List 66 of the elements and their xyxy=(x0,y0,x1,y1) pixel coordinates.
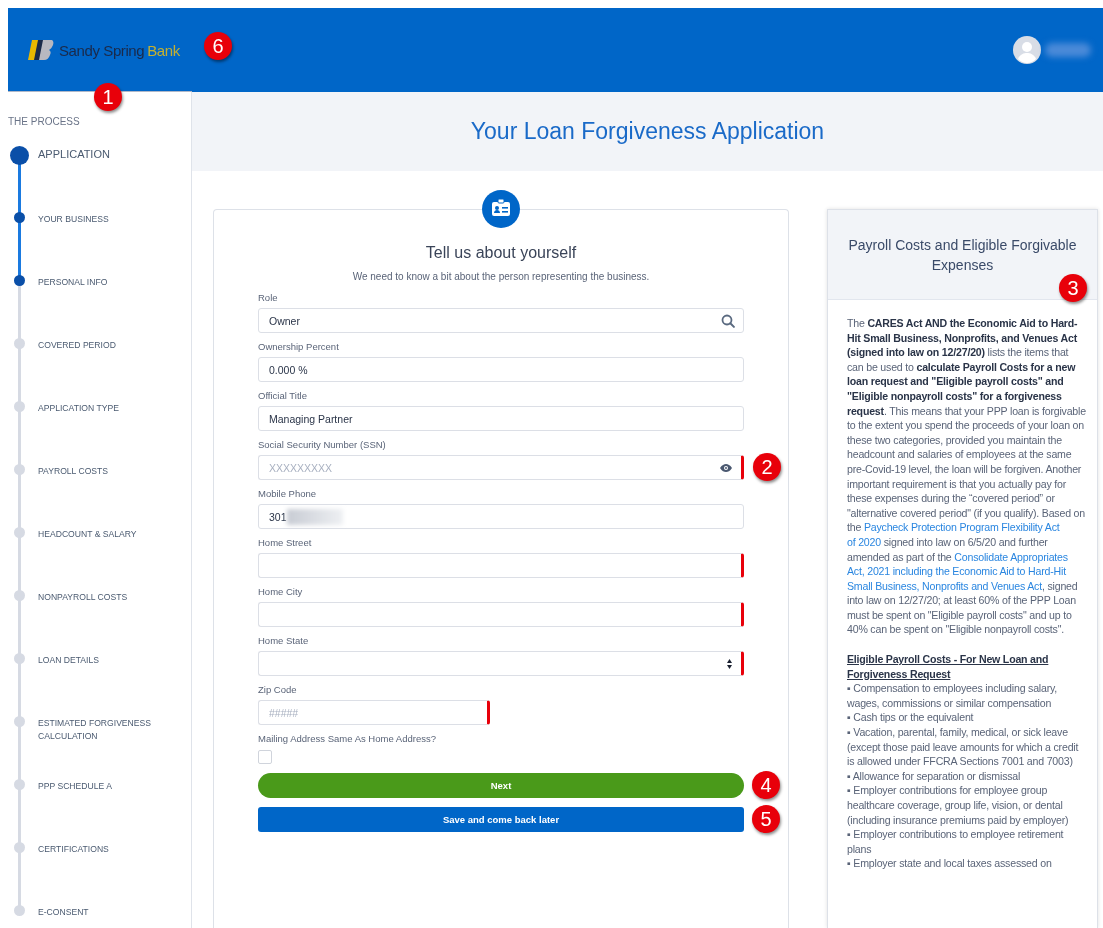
checkbox[interactable] xyxy=(258,750,272,764)
step-link[interactable]: APPLICATION TYPE xyxy=(38,402,168,415)
field-label: Mailing Address Same As Home Address? xyxy=(258,733,437,744)
callout-badge: 2 xyxy=(753,453,781,481)
field-label: Mobile Phone xyxy=(258,488,318,499)
panel-title: Payroll Costs and Eligible Forgivable Expenses xyxy=(847,235,1078,275)
law-link[interactable]: Consolidate Appropriates xyxy=(954,550,1068,563)
law-link[interactable]: Paycheck Protection Program Flexibility Act xyxy=(863,521,1060,534)
page-title: Your Loan Forgiveness Application xyxy=(470,118,825,145)
spinner-arrows-icon xyxy=(726,657,733,670)
input-field[interactable]: 301 xyxy=(258,504,744,529)
logo-text: Sandy Spring xyxy=(59,41,145,59)
law-link[interactable]: of 2020 xyxy=(847,535,881,548)
bullet-item: ▪ Compensation to employees including salary, wages, commissions or similar compensation xyxy=(847,681,1059,711)
law-link[interactable]: Small Business, Nonprofits and Venues Act xyxy=(847,579,1042,592)
form-heading: Tell us about yourself xyxy=(424,244,578,262)
input-field[interactable] xyxy=(258,602,744,627)
input-field[interactable] xyxy=(258,553,744,578)
sidebar-title: THE PROCESS xyxy=(8,116,81,127)
save-button[interactable]: Save and come back later xyxy=(258,807,744,832)
input-field[interactable]: 0.000 % xyxy=(258,357,744,382)
avatar-icon xyxy=(1013,36,1041,64)
callout-badge: 5 xyxy=(752,805,780,833)
bullet-item: ▪ Vacation, parental, family, medical, or sick leave (except those paid leave amounts for which a credit is allowed under FFCRA Sections 7001 and 7003) xyxy=(847,725,1080,769)
search-field[interactable]: Owner xyxy=(258,308,744,333)
section-heading: Eligible Payroll Costs - For New Loan and Forgiveness Request xyxy=(847,652,1050,682)
bullet-item: ▪ Allowance for separation or dismissal xyxy=(847,768,1022,784)
callout-badge: 4 xyxy=(752,771,780,799)
field-label: Home Street xyxy=(258,537,313,548)
step-link[interactable]: HEADCOUNT & SALARY xyxy=(38,528,168,541)
callout-badge: 6 xyxy=(204,32,232,60)
bullet-item: ▪ Employer state and local taxes assessed on xyxy=(847,856,1053,871)
step-link[interactable]: YOUR BUSINESS xyxy=(38,213,168,226)
field-label: Zip Code xyxy=(258,684,298,695)
callout-badge: 3 xyxy=(1059,274,1087,302)
step-link[interactable]: NONPAYROLL COSTS xyxy=(38,591,168,604)
select-field[interactable] xyxy=(258,651,744,676)
law-link[interactable]: Act, 2021 including the Economic Aid to Hard-Hit xyxy=(847,565,1066,578)
step-link[interactable]: APPLICATION xyxy=(38,148,168,161)
field-label: Home City xyxy=(258,586,304,597)
field-label: Home State xyxy=(258,635,310,646)
field-label: Official Title xyxy=(258,390,308,401)
step-link[interactable]: CERTIFICATIONS xyxy=(38,843,168,856)
form-subtitle: We need to know a bit about the person representing the business. xyxy=(351,271,651,282)
step-link[interactable]: ESTIMATED FORGIVENESS CALCULATION xyxy=(38,717,168,743)
next-button[interactable]: Next xyxy=(258,773,744,798)
search-icon xyxy=(721,313,735,328)
field-label: Ownership Percent xyxy=(258,341,340,352)
field-label: Role xyxy=(258,292,279,303)
input-field[interactable]: Managing Partner xyxy=(258,406,744,431)
step-link[interactable]: LOAN DETAILS xyxy=(38,654,168,667)
field-label: Social Security Number (SSN) xyxy=(258,439,387,450)
info-paragraph: The CARES Act AND the Economic Aid to Hard-Hit Small Business, Nonprofits, and Venues Act (signed into law on 12/27/20) lists the items that can be used to calculate Payroll Costs for a new loan request and "Eligible payroll costs" and "Eligible nonpayroll costs" for a forgiveness request. This means that your PPP loan is forgivable to the extent you spend the proceeds of your loan on these two categories, provided you maintain the headcount and salaries of employees at the same pre-Covid-19 level, the loan will be forgiven. Another important requirement is that you actually pay for these expenses during the “covered period” or "alternative covered period" (if you qualify). Based on the Paycheck Protection Program Flexibility Act of 2020 signed into law on 6/5/20 and further amended as part of the Consolidate Appropriates Act, 2021 including the Economic Aid to Hard-Hit Small Business, Nonprofits and Venues Act, signed into law on 12/27/20; at least 60% of the PPP Loan must be spent on "Eligible payroll costs" and up to 40% can be spent on "Eligible nonpayroll costs". xyxy=(847,316,1087,638)
callout-badge: 1 xyxy=(94,83,122,111)
bullet-item: ▪ Employer contributions to employee retirement plans xyxy=(847,827,1065,857)
step-link[interactable]: E-CONSENT xyxy=(38,906,168,919)
logo-icon xyxy=(26,38,54,62)
eye-icon xyxy=(719,462,733,473)
logo-text: Bank xyxy=(147,41,180,59)
step-link[interactable]: PERSONAL INFO xyxy=(38,276,168,289)
step-link[interactable]: COVERED PERIOD xyxy=(38,339,168,352)
bullet-item: ▪ Cash tips or the equivalent xyxy=(847,710,975,726)
step-link[interactable]: PAYROLL COSTS xyxy=(38,465,168,478)
step-link[interactable]: PPP SCHEDULE A xyxy=(38,780,168,793)
id-card-icon xyxy=(482,190,520,228)
bullet-item: ▪ Employer contributions for employee group healthcare coverage, group life, vision, or dental (including insurance premiums paid by employer) xyxy=(847,783,1070,828)
